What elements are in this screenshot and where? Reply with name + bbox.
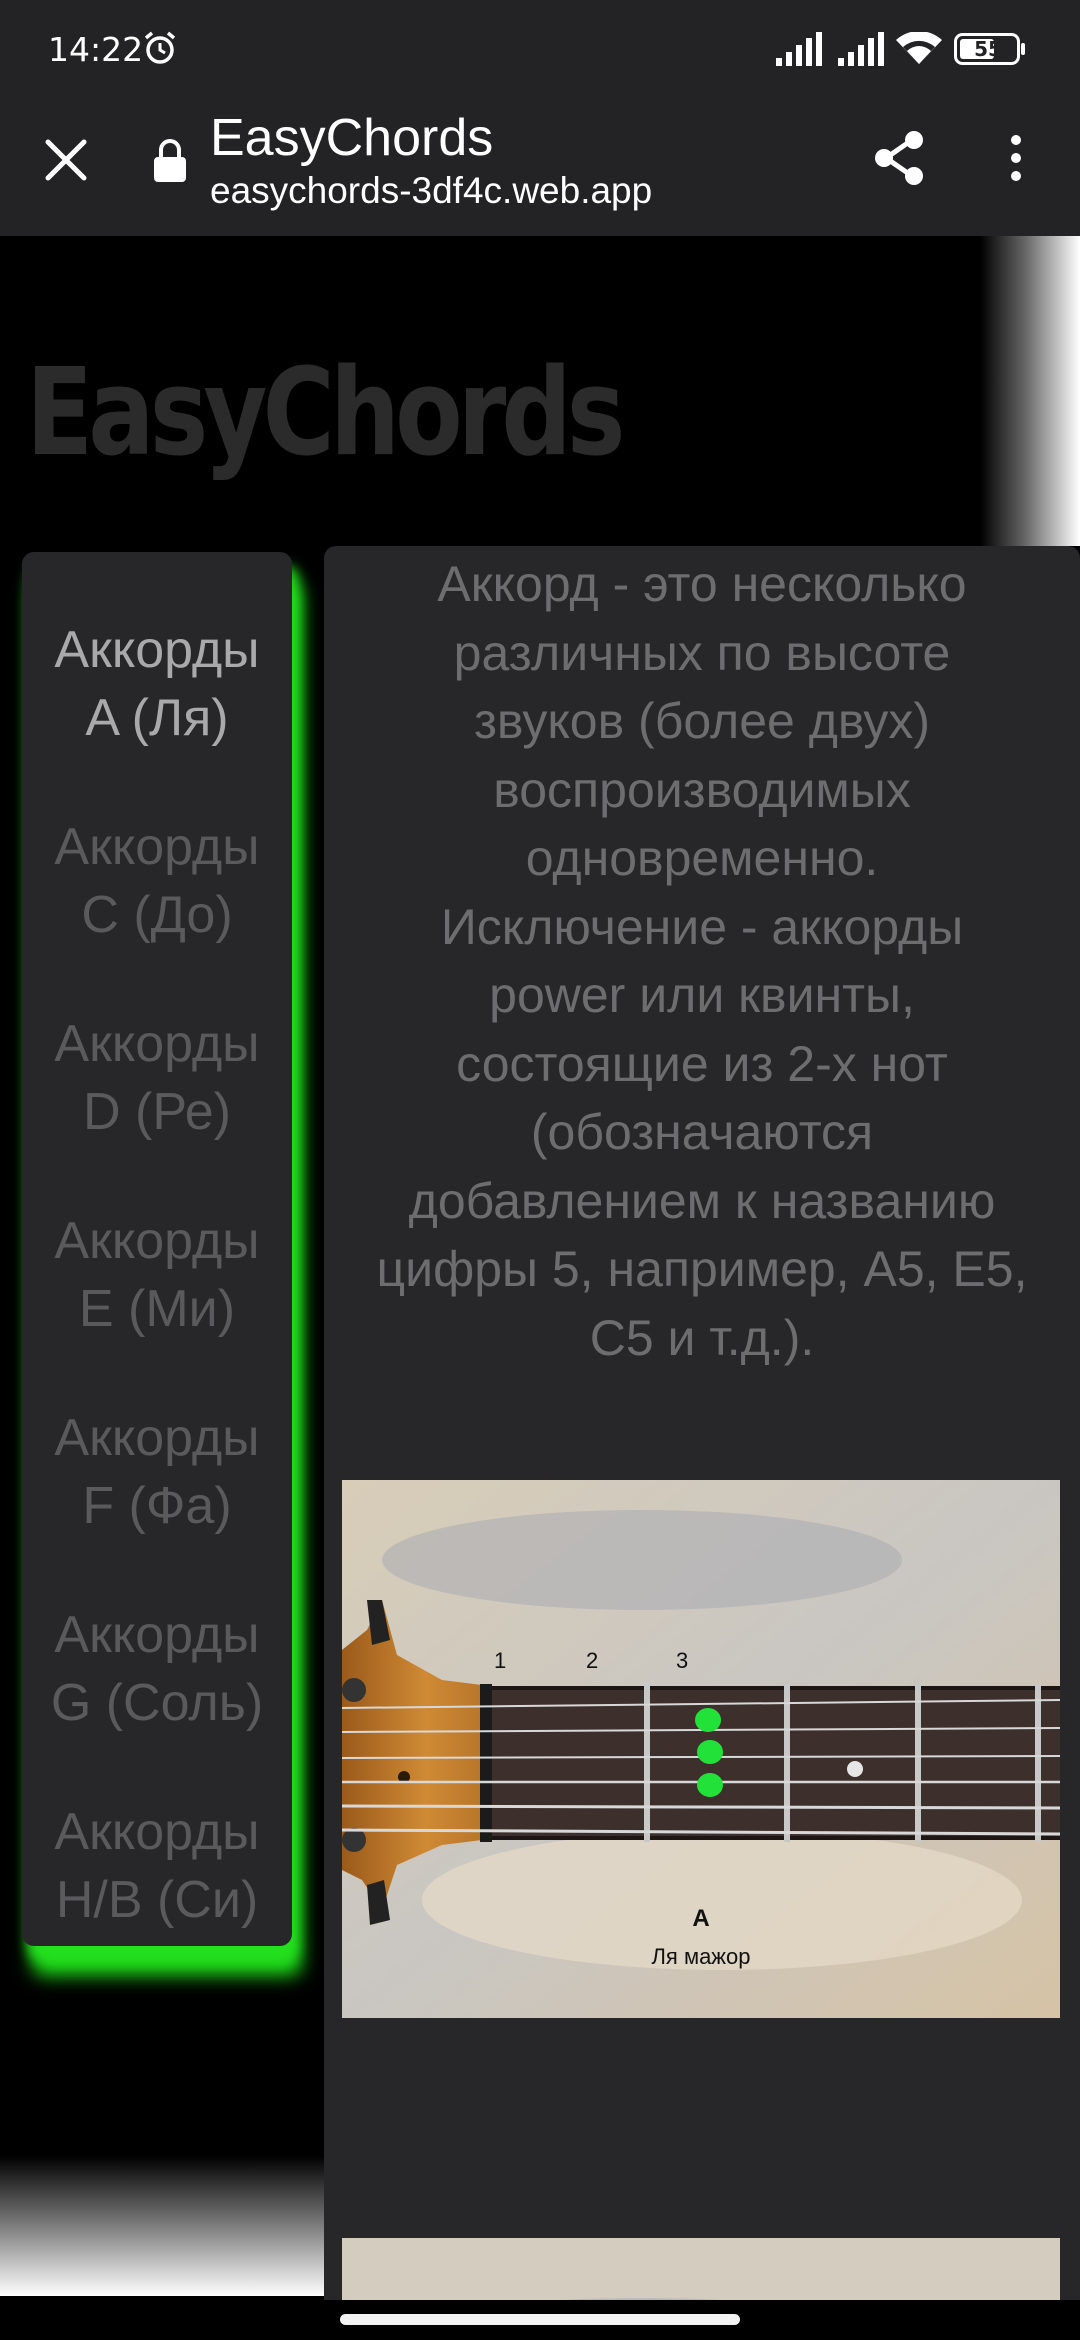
- description-line: звуков (более двух): [473, 693, 931, 749]
- page-url[interactable]: easychords-3df4c.web.app: [210, 170, 652, 212]
- description-line: различных по высоте: [453, 624, 951, 681]
- sidebar-item-a[interactable]: Аккорды A (Ля): [22, 616, 292, 752]
- browser-toolbar: EasyChords easychords-3df4c.web.app: [0, 98, 1080, 236]
- description-line: добавлением к названию: [408, 1172, 996, 1229]
- decorative-glow: [980, 236, 1080, 546]
- more-options-icon[interactable]: [1000, 126, 1032, 190]
- signal-icon-2: [838, 32, 884, 66]
- chord-diagram-image: 1 2 3 A Ля мажор: [342, 1480, 1060, 2018]
- chord-symbol: A: [692, 1905, 710, 1932]
- chord-sidebar: Аккорды A (Ля) Аккорды C (До) Аккорды D …: [22, 552, 292, 1946]
- site-logo[interactable]: EasyChords: [26, 344, 625, 483]
- sidebar-item-label: Аккорды: [54, 1409, 260, 1467]
- share-icon[interactable]: [868, 126, 932, 190]
- sidebar-item-label: Аккорды: [54, 621, 260, 679]
- decorative-glow-bottom: [0, 2156, 330, 2296]
- chord-full-name: Ля мажор: [651, 1944, 751, 1969]
- lock-icon: [154, 139, 186, 182]
- guitar-neck-photo-2: [342, 2238, 1060, 2300]
- sidebar-item-g[interactable]: Аккорды G (Соль): [22, 1601, 292, 1737]
- fret-number: 2: [586, 1648, 599, 1673]
- wifi-icon: [896, 32, 942, 64]
- description-line: одновременно.: [525, 830, 879, 886]
- sidebar-item-f[interactable]: Аккорды F (Фа): [22, 1404, 292, 1540]
- battery-level: 55: [974, 37, 1002, 61]
- description-line: Исключение - аккорды: [440, 898, 964, 955]
- sidebar-item-label: Аккорды: [54, 1803, 260, 1861]
- status-time: 14:22: [48, 30, 144, 69]
- sidebar-item-chord: C (До): [81, 886, 233, 944]
- description-line: (обозначаются: [530, 1104, 874, 1160]
- chord-description: Аккорд - это несколько различных по высо…: [334, 550, 1070, 1372]
- sidebar-item-chord: F (Фа): [82, 1477, 232, 1535]
- guitar-neck-photo: [342, 1480, 1060, 2018]
- description-line: Аккорд - это несколько: [437, 556, 967, 612]
- content-panel: Аккорд - это несколько различных по высо…: [324, 546, 1080, 2300]
- status-bar: 14:22 55: [0, 0, 1080, 98]
- description-line: состоящие из 2-х нот: [456, 1035, 948, 1092]
- sidebar-item-d[interactable]: Аккорды D (Ре): [22, 1010, 292, 1146]
- system-nav-bar: [0, 2300, 1080, 2340]
- sidebar-item-chord: G (Соль): [50, 1674, 264, 1732]
- close-icon[interactable]: [34, 128, 98, 192]
- description-line: C5 и т.д.).: [589, 1309, 815, 1366]
- sidebar-item-label: Аккорды: [54, 1606, 260, 1664]
- alarm-icon: [144, 31, 176, 64]
- fret-number: 1: [494, 1648, 507, 1673]
- description-line: power или квинты,: [489, 967, 915, 1023]
- sidebar-item-chord: D (Ре): [83, 1083, 231, 1141]
- sidebar-item-e[interactable]: Аккорды E (Ми): [22, 1207, 292, 1343]
- page-title: EasyChords: [210, 109, 494, 167]
- home-gesture-bar[interactable]: [340, 2314, 740, 2325]
- sidebar-item-chord: A (Ля): [85, 689, 229, 747]
- sidebar-item-label: Аккорды: [54, 818, 260, 876]
- sidebar-item-chord: H/B (Си): [55, 1871, 259, 1929]
- description-line: воспроизводимых: [493, 761, 911, 818]
- sidebar-item-label: Аккорды: [54, 1212, 260, 1270]
- signal-icon: [776, 32, 822, 66]
- sidebar-item-c[interactable]: Аккорды C (До): [22, 813, 292, 949]
- sidebar-item-h[interactable]: Аккорды H/B (Си): [22, 1798, 292, 1934]
- web-page: EasyChords Аккорды A (Ля) Аккорды C (До)…: [0, 236, 1080, 2300]
- fret-number: 3: [676, 1648, 689, 1673]
- sidebar-item-label: Аккорды: [54, 1015, 260, 1073]
- sidebar-item-chord: E (Ми): [78, 1280, 236, 1338]
- chord-diagram-image-2: [342, 2238, 1060, 2300]
- description-line: цифры 5, например, A5, E5,: [376, 1241, 1028, 1297]
